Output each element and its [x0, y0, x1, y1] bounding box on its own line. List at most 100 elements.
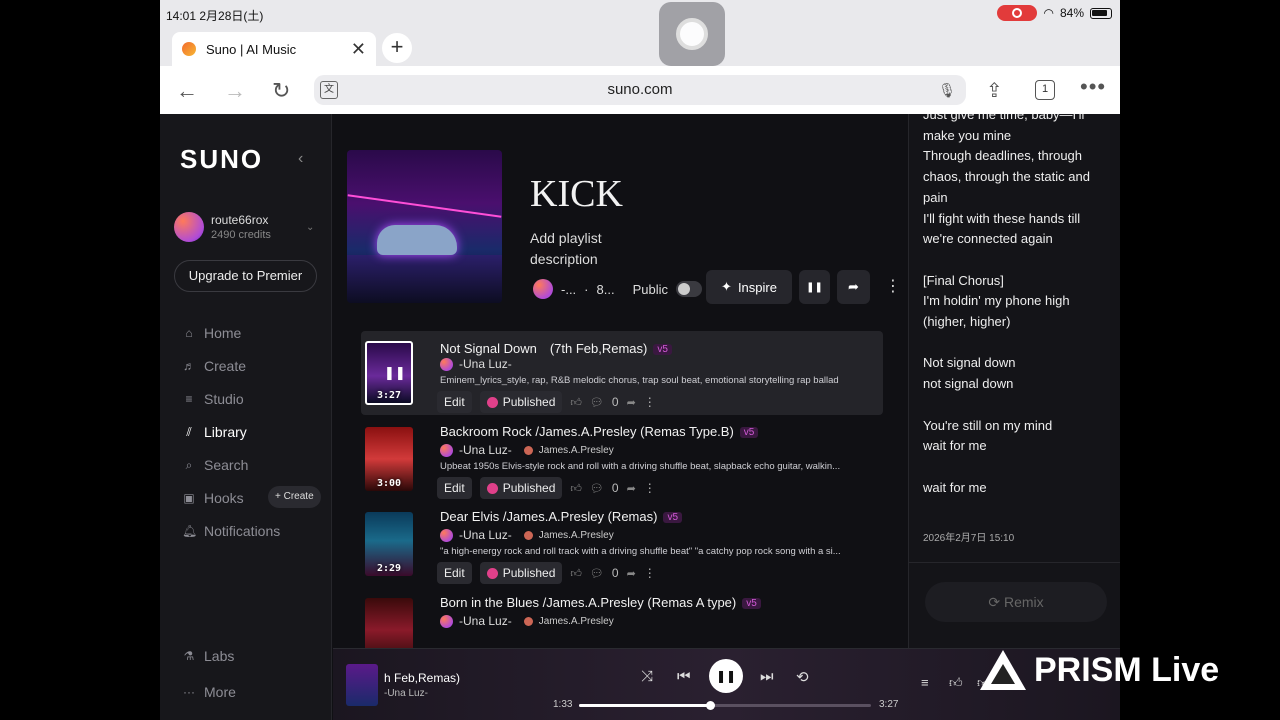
new-tab-button[interactable]: + — [382, 33, 412, 63]
sidebar-item-studio[interactable]: ≡ Studio — [182, 391, 243, 407]
edit-button[interactable]: Edit — [437, 562, 472, 584]
browser-tab[interactable]: Suno | AI Music ✕ — [172, 32, 376, 66]
sidebar-item-labs[interactable]: ⚗ Labs — [182, 648, 235, 664]
published-button[interactable]: Published — [479, 391, 563, 413]
previous-icon[interactable]: ⏮︎ — [677, 668, 691, 685]
inspire-button[interactable]: ✦ Inspire — [706, 270, 792, 304]
comment-icon[interactable]: 💬︎ — [590, 567, 604, 580]
song-title[interactable]: Born in the Blues /James.A.Presley (Rema… — [440, 595, 761, 610]
comment-icon[interactable]: 💬︎ — [590, 482, 604, 495]
forward-icon[interactable]: → — [224, 78, 246, 104]
user-menu[interactable]: route66rox 2490 credits ⌄ — [174, 212, 314, 242]
progress-knob[interactable] — [706, 701, 716, 710]
owner-avatar[interactable] — [533, 279, 553, 299]
song-more-icon[interactable]: ⋮ — [644, 395, 656, 409]
search-icon: ⌕ — [185, 457, 193, 472]
back-icon[interactable]: ← — [176, 78, 198, 104]
song-row[interactable]: Born in the Blues /James.A.Presley (Rema… — [361, 588, 883, 648]
like-icon[interactable]: 👍︎ — [570, 567, 582, 580]
player-pause-button[interactable]: ❚❚ — [709, 659, 743, 693]
sidebar-item-hooks[interactable]: ▣ Hooks — [182, 490, 243, 506]
share-button[interactable]: ➦ — [837, 270, 870, 304]
sidebar: SUNO ‹ route66rox 2490 credits ⌄ Upgrade… — [160, 114, 332, 720]
like-icon[interactable]: 👍︎ — [570, 396, 582, 409]
song-title[interactable]: Dear Elvis /James.A.Presley (Remas) v5 — [440, 509, 683, 524]
remix-button[interactable]: ⟳ Remix — [925, 582, 1107, 622]
song-artist[interactable]: -Una Luz- James.A.Presley — [440, 528, 614, 542]
share-icon[interactable]: ➦ — [627, 396, 636, 409]
player-title[interactable]: h Feb,Remas) — [384, 671, 460, 685]
song-artist[interactable]: -Una Luz- James.A.Presley — [440, 443, 614, 457]
shuffle-icon[interactable]: ⤨ — [641, 668, 653, 685]
reload-icon[interactable]: ↻ — [272, 78, 290, 104]
sidebar-item-search[interactable]: ⌕ Search — [182, 457, 249, 473]
song-thumb[interactable]: 3:00 — [365, 427, 413, 491]
pause-icon: ❚❚ — [715, 669, 737, 683]
sidebar-item-notifications[interactable]: 🔔︎ Notifications — [182, 523, 280, 539]
sidebar-item-label: Labs — [204, 648, 235, 664]
playlist-description[interactable]: Add playlist description — [530, 228, 640, 270]
collab-artist[interactable]: James.A.Presley — [539, 445, 614, 456]
created-date: 2026年2月7日 15:10 — [923, 533, 1015, 544]
song-artist[interactable]: -Una Luz- — [440, 357, 512, 371]
published-button[interactable]: Published — [479, 477, 563, 499]
playlist-more-icon[interactable]: ⋮ — [885, 276, 901, 296]
song-row[interactable]: ❚❚ 3:27 Not Signal Down (7th Feb,Remas) v… — [361, 331, 883, 415]
upgrade-button[interactable]: Upgrade to Premier — [174, 260, 317, 292]
comment-count: 0 — [611, 566, 619, 580]
hooks-create-button[interactable]: + Create — [268, 486, 321, 508]
like-icon[interactable]: 👍︎ — [570, 482, 582, 495]
progress-bar[interactable] — [579, 701, 871, 710]
song-more-icon[interactable]: ⋮ — [644, 481, 656, 495]
sidebar-item-home[interactable]: ⌂ Home — [182, 325, 241, 341]
song-thumb[interactable] — [365, 598, 413, 648]
share-icon[interactable]: ➦ — [627, 567, 636, 580]
edit-button[interactable]: Edit — [437, 391, 472, 413]
version-badge: v5 — [663, 512, 683, 523]
tab-count-button[interactable]: 1 — [1035, 80, 1055, 100]
public-toggle[interactable] — [676, 281, 703, 297]
screen-record-icon[interactable] — [997, 5, 1038, 21]
sidebar-item-library[interactable]: ⫽ Library — [182, 424, 246, 440]
next-icon[interactable]: ⏭︎ — [760, 668, 774, 685]
share-icon[interactable]: ➦ — [627, 482, 636, 495]
player-thumb[interactable] — [346, 664, 378, 706]
assistive-touch-icon[interactable] — [659, 2, 725, 66]
globe-icon — [486, 396, 498, 408]
sidebar-item-more[interactable]: ··· More — [182, 684, 236, 700]
tab-title: Suno | AI Music — [206, 41, 297, 57]
playlist-title[interactable]: KICK — [530, 172, 623, 216]
collab-artist[interactable]: James.A.Presley — [539, 616, 614, 627]
pause-button[interactable]: ❚❚ — [799, 270, 830, 304]
song-row[interactable]: 3:00 Backroom Rock /James.A.Presley (Rem… — [361, 417, 883, 501]
edit-button[interactable]: Edit — [437, 477, 472, 499]
repeat-icon[interactable]: ⟲ — [796, 668, 809, 686]
browser-menu-icon[interactable]: ••• — [1080, 74, 1106, 100]
owner-name[interactable]: -... — [561, 282, 576, 297]
song-more-icon[interactable]: ⋮ — [644, 566, 656, 580]
collapse-sidebar-icon[interactable]: ‹ — [298, 150, 303, 168]
player-artist[interactable]: -Una Luz- — [384, 688, 428, 699]
address-field[interactable]: 文 suno.com 🎙 — [314, 75, 966, 105]
song-actions: Edit Published 👍︎ 💬︎ 0 ➦ ⋮ — [437, 391, 656, 413]
published-button[interactable]: Published — [479, 562, 563, 584]
song-artist[interactable]: -Una Luz- James.A.Presley — [440, 614, 614, 628]
mic-icon[interactable]: 🎙 — [938, 75, 956, 105]
ipad-screen: 14:01 2月28日(土) ◠ 84% Suno | AI Music ✕ +… — [160, 0, 1120, 720]
song-thumb[interactable]: ❚❚ 3:27 — [365, 341, 413, 405]
close-tab-icon[interactable]: ✕ — [351, 39, 366, 60]
song-title[interactable]: Backroom Rock /James.A.Presley (Remas Ty… — [440, 424, 759, 439]
song-actions: Edit Published 👍︎ 💬︎ 0 ➦ ⋮ — [437, 562, 656, 584]
playlist-cover[interactable] — [347, 150, 502, 303]
like-icon[interactable]: 👍︎ — [949, 675, 963, 691]
comment-icon[interactable]: 💬︎ — [590, 396, 604, 409]
song-row[interactable]: 2:29 Dear Elvis /James.A.Presley (Remas)… — [361, 502, 883, 586]
song-thumb[interactable]: 2:29 — [365, 512, 413, 576]
sidebar-item-create[interactable]: ♬ Create — [182, 358, 246, 374]
song-title[interactable]: Not Signal Down (7th Feb,Remas) v5 — [440, 338, 672, 357]
share-icon[interactable]: ⇪ — [986, 78, 1003, 103]
translate-icon[interactable]: 文 — [320, 81, 338, 99]
collab-artist[interactable]: James.A.Presley — [539, 530, 614, 541]
suno-logo[interactable]: SUNO — [180, 144, 263, 175]
queue-icon[interactable]: ≡ — [921, 675, 929, 690]
